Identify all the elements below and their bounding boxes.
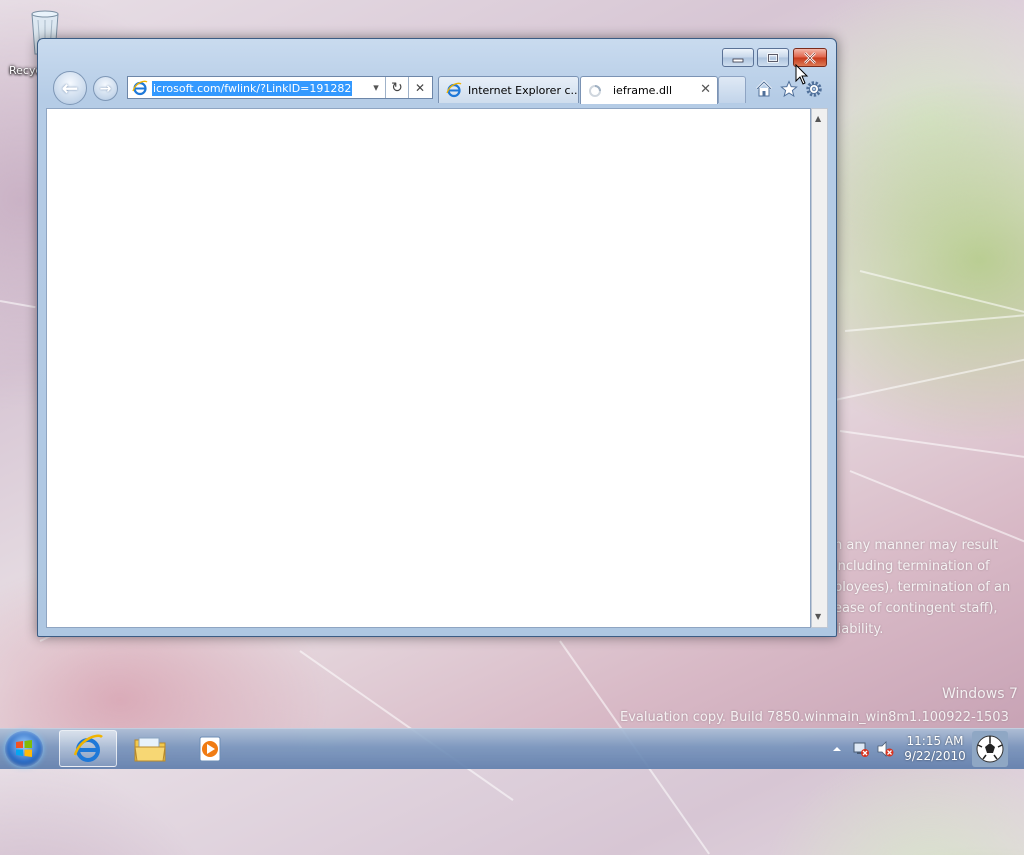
home-button[interactable] xyxy=(754,79,774,99)
media-player-icon xyxy=(199,736,221,761)
loading-icon xyxy=(589,84,601,97)
tab-internet-explorer[interactable]: Internet Explorer c... xyxy=(438,76,579,103)
address-bar[interactable]: icrosoft.com/fwlink/?LinkID=191282 ▾ ↻ ✕ xyxy=(127,76,433,99)
system-clock[interactable]: 11:15 AM 9/22/2010 xyxy=(900,734,970,764)
refresh-icon: ↻ xyxy=(391,79,403,96)
watermark-line-1: n any manner may result xyxy=(834,538,999,553)
taskbar-media-player[interactable] xyxy=(182,730,240,767)
browser-window[interactable]: ← → icrosoft.com/fwlink/?LinkID=191282 ▾… xyxy=(37,38,837,637)
maximize-icon xyxy=(767,52,779,63)
watermark-line-2: including termination of xyxy=(834,559,990,574)
clock-time: 11:15 AM xyxy=(906,734,964,748)
scroll-up-icon[interactable]: ▲ xyxy=(815,114,821,123)
address-dropdown-button[interactable]: ▾ xyxy=(367,77,385,98)
watermark-line-3: ployees), termination of an xyxy=(834,580,1011,595)
home-icon xyxy=(756,80,772,97)
mouse-cursor-icon xyxy=(795,64,809,85)
close-icon xyxy=(804,51,816,64)
taskbar-internet-explorer[interactable] xyxy=(59,730,117,767)
forward-button[interactable]: → xyxy=(93,76,118,101)
new-tab-button[interactable] xyxy=(718,76,746,103)
clock-date: 9/22/2010 xyxy=(904,749,966,763)
minimize-button[interactable] xyxy=(722,48,754,67)
tab-close-button[interactable]: ✕ xyxy=(700,82,711,97)
ie-icon xyxy=(446,82,462,98)
maximize-button[interactable] xyxy=(757,48,789,67)
volume-muted-icon[interactable] xyxy=(876,740,894,758)
back-arrow-icon: ← xyxy=(61,76,79,100)
build-info: Evaluation copy. Build 7850.winmain_win8… xyxy=(620,710,1009,725)
start-button[interactable] xyxy=(5,731,43,767)
back-button[interactable]: ← xyxy=(53,71,87,105)
network-error-icon[interactable] xyxy=(852,740,870,758)
forward-arrow-icon: → xyxy=(99,80,112,97)
stop-button[interactable]: ✕ xyxy=(409,77,431,98)
show-desktop-button[interactable] xyxy=(972,731,1008,767)
watermark-line-5: liability. xyxy=(834,622,884,637)
taskbar-windows-explorer[interactable] xyxy=(121,730,179,767)
windows-logo-icon xyxy=(16,740,32,757)
stop-icon: ✕ xyxy=(414,80,426,95)
address-url[interactable]: icrosoft.com/fwlink/?LinkID=191282 xyxy=(152,81,353,96)
tab-label: Internet Explorer c... xyxy=(468,83,579,97)
os-name: Windows 7 xyxy=(942,686,1018,702)
scroll-down-icon[interactable]: ▼ xyxy=(815,612,821,621)
refresh-button[interactable]: ↻ xyxy=(386,77,408,98)
watermark-line-4: ease of contingent staff), xyxy=(834,601,998,616)
taskbar: 11:15 AM 9/22/2010 xyxy=(0,728,1024,769)
tab-ieframe[interactable]: ieframe.dll ✕ xyxy=(580,76,718,104)
tab-label: ieframe.dll xyxy=(613,84,673,97)
folder-icon xyxy=(134,737,166,761)
page-content-area[interactable] xyxy=(46,108,811,628)
internet-explorer-icon xyxy=(73,734,103,762)
show-hidden-icons-icon[interactable] xyxy=(832,744,842,754)
soccer-ball-icon xyxy=(972,731,1008,767)
ie-page-icon xyxy=(132,80,148,96)
chevron-down-icon: ▾ xyxy=(373,81,379,94)
vertical-scrollbar[interactable]: ▲ ▼ xyxy=(811,108,828,628)
minimize-icon xyxy=(732,58,744,62)
